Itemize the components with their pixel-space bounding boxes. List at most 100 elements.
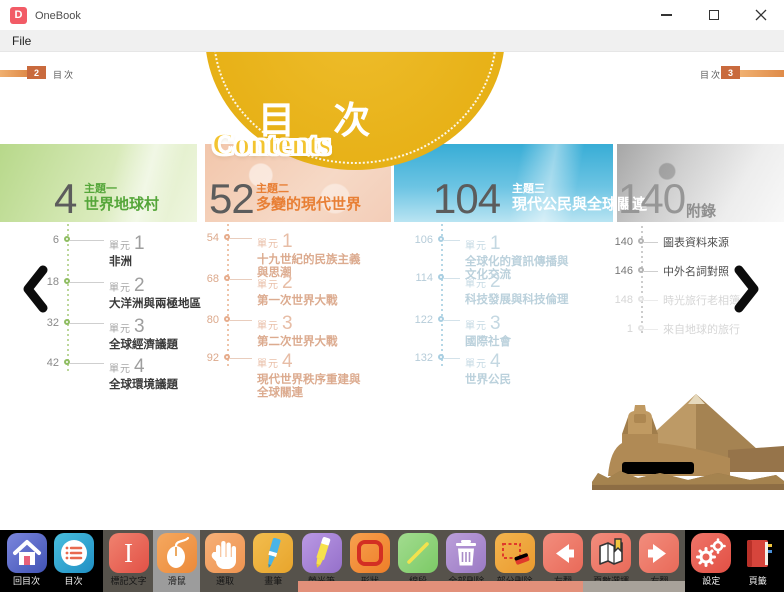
section2-topic: 主題二 [256,183,361,196]
toc-entry[interactable]: 68 單元2 第一次世界大戰 [191,272,369,308]
arrow-left-icon [543,533,583,573]
eraser-icon [495,533,535,573]
line-icon [398,533,438,573]
unit-number: 3 [134,316,145,337]
unit-number: 3 [282,313,293,334]
entry-connector [230,320,252,321]
entry-page: 146 [601,264,633,277]
unit-number: 1 [134,233,145,254]
tool-dock-left-panel: 回目次 目次 [0,530,103,592]
entry-page: 32 [31,316,59,329]
entry-page: 68 [191,272,219,285]
entry-marker [64,319,70,325]
section1-page: 4 [54,178,76,220]
entry-marker [638,296,644,302]
entry-page: 132 [403,351,433,364]
unit-title: 第一次世界大戰 [257,295,369,308]
toc-entry[interactable]: 148 時光旅行老相簿 [601,293,740,308]
toc-entry[interactable]: 32 單元3 全球經濟議題 [31,316,178,352]
minimize-button[interactable] [643,0,690,30]
hand-icon [205,533,245,573]
tool-select-hand[interactable]: 選取 [202,530,249,592]
section1-topic: 主題一 [84,183,159,196]
left-page-number-badge: 2 [27,66,46,79]
appendix-item-title: 時光旅行老相簿 [663,293,740,308]
entry-connector [70,282,104,283]
appendix-title: 附錄 [686,200,716,221]
maximize-button[interactable] [690,0,737,30]
shape-icon [350,533,390,573]
window-controls [643,0,784,30]
unit-number: 3 [490,313,501,334]
tool-bookmarks[interactable]: 頁籤 [735,530,782,592]
tool-toc[interactable]: 目次 [50,530,97,592]
toc-entry[interactable]: 42 單元4 全球環境議題 [31,356,178,392]
entry-connector [644,271,658,272]
tool-settings[interactable]: 設定 [688,530,735,592]
toc-entry[interactable]: 92 單元4 現代世界秩序重建與全球關連 [191,351,369,400]
unit-label: 單元 [257,280,279,291]
toc-entry[interactable]: 1 來自地球的旅行 [601,322,740,337]
page-slider-track [583,581,685,592]
tool-text-mark[interactable]: I 標記文字 [105,530,152,592]
section2-page: 52 [209,178,254,220]
entry-connector [444,278,460,279]
entry-connector [444,320,460,321]
toc-entry[interactable]: 146 中外名詞對照 [601,264,729,279]
menu-file[interactable]: File [8,34,35,48]
entry-marker [224,354,230,360]
unit-label: 單元 [257,239,279,250]
right-page-number-badge: 3 [721,66,740,79]
entry-page: 122 [403,313,433,326]
entry-page: 92 [191,351,219,364]
section2-title: 多變的現代世界 [256,196,361,214]
tool-mouse[interactable]: 滑鼠 [153,530,200,592]
unit-label: 單元 [257,321,279,332]
banner-subtitle: Contents [212,126,331,162]
toc-entry[interactable]: 140 圖表資料來源 [601,235,729,250]
chevron-right-icon [732,264,762,314]
unit-title: 國際社會 [465,336,579,349]
toc-entry[interactable]: 18 單元2 大洋洲與兩極地區 [31,275,201,311]
tool-pen[interactable]: 畫筆 [250,530,297,592]
unit-label: 單元 [109,324,131,335]
app-window: D OneBook File 2 目次 目次 3 目 次 Contents [0,0,784,592]
entry-marker [224,234,230,240]
close-button[interactable] [737,0,784,30]
tool-home[interactable]: 回目次 [3,530,50,592]
entry-page: 148 [601,293,633,306]
pen-icon [253,533,293,573]
page-slider-thumb[interactable] [298,581,583,592]
toc-entry[interactable]: 80 單元3 第二次世界大戰 [191,313,369,349]
section1-title: 世界地球村 [84,196,159,214]
entry-marker [64,236,70,242]
left-page-label: 目次 [53,68,75,81]
unit-title: 大洋洲與兩極地區 [109,298,201,311]
entry-marker [224,316,230,322]
entry-marker [438,236,444,242]
entry-page: 114 [403,271,433,284]
unit-title: 世界公民 [465,374,579,387]
toc-entry[interactable]: 114 單元2 科技發展與科技倫理 [403,271,579,307]
onebook-logo-icon: D [10,7,27,24]
home-icon [7,533,47,573]
left-header-bar [0,70,27,77]
entry-page: 42 [31,356,59,369]
section1-header: 主題一 世界地球村 [84,183,159,214]
next-page-button[interactable] [732,264,762,314]
toc-entry[interactable]: 132 單元4 世界公民 [403,351,579,387]
trash-icon [446,533,486,573]
entry-connector [70,240,104,241]
unit-title: 第二次世界大戰 [257,336,369,349]
appendix-item-title: 中外名詞對照 [663,264,729,279]
toc-entry[interactable]: 122 單元3 國際社會 [403,313,579,349]
unit-number: 1 [490,233,501,254]
entry-connector [644,329,658,330]
entry-marker [438,316,444,322]
entry-connector [644,300,658,301]
list-icon [54,533,94,573]
previous-page-button[interactable] [20,264,50,314]
appendix-item-title: 圖表資料來源 [663,235,729,250]
title-bar: D OneBook [0,0,784,30]
unit-title: 非洲 [109,256,145,269]
